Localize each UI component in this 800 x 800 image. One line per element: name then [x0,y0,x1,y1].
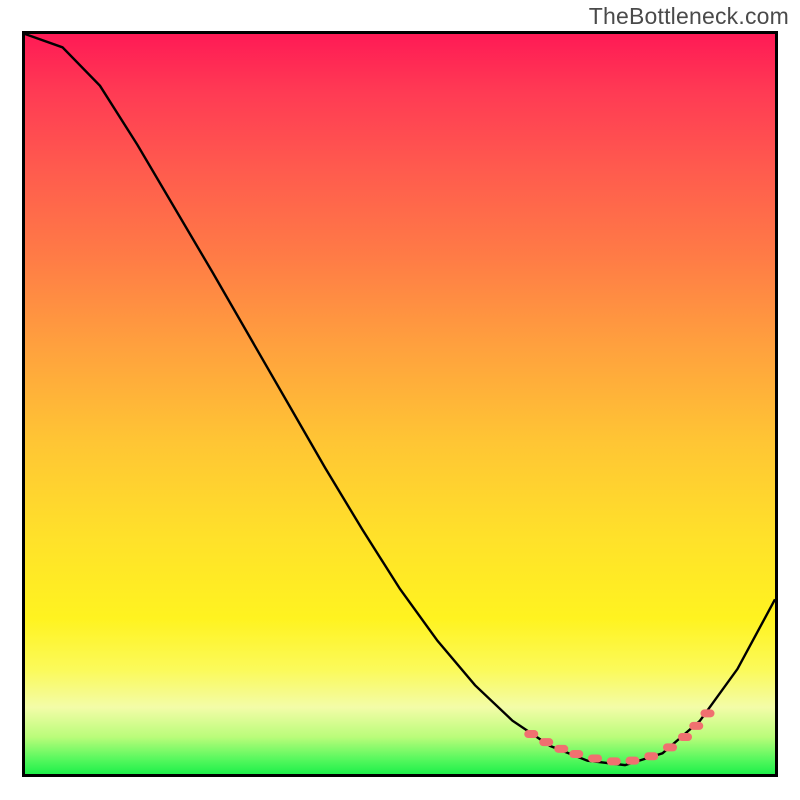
bead-marker [689,722,703,730]
bead-marker [588,754,602,762]
bead-marker [701,709,715,717]
bead-marker [663,743,677,751]
bead-marker [539,738,553,746]
bead-marker [554,745,568,753]
bead-marker [644,752,658,760]
chart-root: TheBottleneck.com [0,0,800,800]
bead-marker [607,757,621,765]
bead-marker [626,757,640,765]
bead-group [524,709,714,765]
bead-marker [569,750,583,758]
watermark-text: TheBottleneck.com [589,3,789,30]
bead-marker [524,730,538,738]
bead-layer [25,34,775,774]
bead-marker [678,733,692,741]
plot-frame [22,31,778,777]
